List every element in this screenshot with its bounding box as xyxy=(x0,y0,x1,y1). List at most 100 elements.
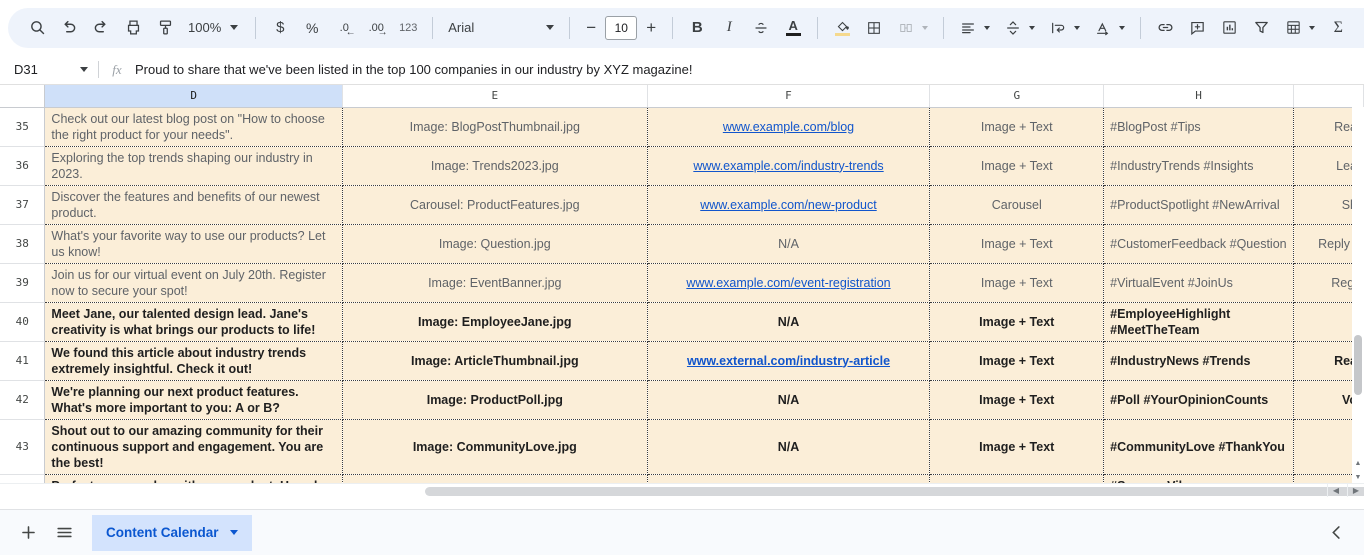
column-header-H[interactable]: H xyxy=(1104,85,1294,107)
column-header-D[interactable]: D xyxy=(45,85,343,107)
increase-font-size-button[interactable]: + xyxy=(639,15,663,41)
cell-F39[interactable]: www.example.com/event-registration xyxy=(647,263,930,302)
row-header[interactable]: 43 xyxy=(0,419,45,474)
cell-H41[interactable]: #IndustryNews #Trends xyxy=(1104,341,1294,380)
insert-comment-button[interactable] xyxy=(1182,13,1212,43)
row-header[interactable]: 41 xyxy=(0,341,45,380)
strikethrough-button[interactable] xyxy=(746,13,776,43)
scroll-up-button[interactable]: ▲ xyxy=(1352,457,1364,469)
cell-D39[interactable]: Join us for our virtual event on July 20… xyxy=(45,263,343,302)
cell-E39[interactable]: Image: EventBanner.jpg xyxy=(342,263,647,302)
add-sheet-button[interactable] xyxy=(10,515,46,551)
font-family-selector[interactable]: Arial xyxy=(442,14,560,42)
row-header[interactable]: 38 xyxy=(0,224,45,263)
merge-cells-button[interactable] xyxy=(891,13,934,43)
percent-format-button[interactable]: % xyxy=(297,13,327,43)
italic-button[interactable]: I xyxy=(714,13,744,43)
paint-format-icon[interactable] xyxy=(150,13,180,43)
cell-link[interactable]: www.example.com/event-registration xyxy=(686,276,890,290)
fill-color-button[interactable] xyxy=(827,13,857,43)
formula-input[interactable]: Proud to share that we've been listed in… xyxy=(135,62,1364,77)
filter-button[interactable] xyxy=(1246,13,1276,43)
cell-E38[interactable]: Image: Question.jpg xyxy=(342,224,647,263)
insert-chart-button[interactable] xyxy=(1214,13,1244,43)
cell-D37[interactable]: Discover the features and benefits of ou… xyxy=(45,185,343,224)
cell-F42[interactable]: N/A xyxy=(647,380,930,419)
cell-E40[interactable]: Image: EmployeeJane.jpg xyxy=(342,302,647,341)
cell-G39[interactable]: Image + Text xyxy=(930,263,1104,302)
cell-H36[interactable]: #IndustryTrends #Insights xyxy=(1104,146,1294,185)
search-icon[interactable] xyxy=(22,13,52,43)
decrease-decimal-button[interactable]: .0 ← xyxy=(329,13,359,43)
cell-D43[interactable]: Shout out to our amazing community for t… xyxy=(45,419,343,474)
cell-F36[interactable]: www.example.com/industry-trends xyxy=(647,146,930,185)
functions-button[interactable] xyxy=(1278,13,1321,43)
row-header[interactable]: 36 xyxy=(0,146,45,185)
increase-decimal-button[interactable]: .00 → xyxy=(361,13,391,43)
cell-H37[interactable]: #ProductSpotlight #NewArrival xyxy=(1104,185,1294,224)
scroll-left-button[interactable]: ◀ xyxy=(1327,484,1344,498)
cell-D38[interactable]: What's your favorite way to use our prod… xyxy=(45,224,343,263)
column-header-E[interactable]: E xyxy=(342,85,647,107)
bold-button[interactable]: B xyxy=(682,13,712,43)
cell-E35[interactable]: Image: BlogPostThumbnail.jpg xyxy=(342,107,647,146)
print-icon[interactable] xyxy=(118,13,148,43)
cell-G41[interactable]: Image + Text xyxy=(930,341,1104,380)
cell-H38[interactable]: #CustomerFeedback #Question xyxy=(1104,224,1294,263)
cell-E41[interactable]: Image: ArticleThumbnail.jpg xyxy=(342,341,647,380)
cell-H40[interactable]: #EmployeeHighlight #MeetTheTeam xyxy=(1104,302,1294,341)
column-header-F[interactable]: F xyxy=(647,85,930,107)
cell-G38[interactable]: Image + Text xyxy=(930,224,1104,263)
horizontal-align-button[interactable] xyxy=(953,13,996,43)
cell-link[interactable]: www.example.com/blog xyxy=(723,120,854,134)
cell-F38[interactable]: N/A xyxy=(647,224,930,263)
all-sheets-button[interactable] xyxy=(46,515,82,551)
cell-D35[interactable]: Check out our latest blog post on "How t… xyxy=(45,107,343,146)
row-header[interactable]: 39 xyxy=(0,263,45,302)
chevron-down-icon[interactable] xyxy=(230,530,238,535)
cell-E42[interactable]: Image: ProductPoll.jpg xyxy=(342,380,647,419)
cell-H43[interactable]: #CommunityLove #ThankYou xyxy=(1104,419,1294,474)
borders-button[interactable] xyxy=(859,13,889,43)
cell-link[interactable]: www.example.com/new-product xyxy=(700,198,876,212)
cell-E43[interactable]: Image: CommunityLove.jpg xyxy=(342,419,647,474)
horizontal-scroll-thumb[interactable] xyxy=(425,487,1364,496)
column-header-I[interactable] xyxy=(1294,85,1364,107)
vertical-align-button[interactable] xyxy=(998,13,1041,43)
decrease-font-size-button[interactable]: − xyxy=(579,15,603,41)
zoom-selector[interactable]: 100% xyxy=(182,14,246,42)
cell-D40[interactable]: Meet Jane, our talented design lead. Jan… xyxy=(45,302,343,341)
cell-H39[interactable]: #VirtualEvent #JoinUs xyxy=(1104,263,1294,302)
cell-D36[interactable]: Exploring the top trends shaping our ind… xyxy=(45,146,343,185)
font-size-input[interactable] xyxy=(605,16,637,40)
more-formats-button[interactable]: 123 xyxy=(393,13,423,43)
sheet-tab-content-calendar[interactable]: Content Calendar xyxy=(92,515,252,551)
row-header[interactable]: 37 xyxy=(0,185,45,224)
row-header[interactable]: 42 xyxy=(0,380,45,419)
cell-F43[interactable]: N/A xyxy=(647,419,930,474)
cell-link[interactable]: www.example.com/industry-trends xyxy=(693,159,883,173)
row-header[interactable]: 40 xyxy=(0,302,45,341)
cell-G36[interactable]: Image + Text xyxy=(930,146,1104,185)
cell-F35[interactable]: www.example.com/blog xyxy=(647,107,930,146)
horizontal-scrollbar[interactable]: ◀ ▶ xyxy=(0,483,1364,497)
cell-H35[interactable]: #BlogPost #Tips xyxy=(1104,107,1294,146)
font-size-stepper[interactable]: − + xyxy=(579,15,663,41)
cell-D41[interactable]: We found this article about industry tre… xyxy=(45,341,343,380)
redo-icon[interactable] xyxy=(86,13,116,43)
horizontal-scroll-track[interactable] xyxy=(45,484,1324,498)
scroll-down-button[interactable]: ▼ xyxy=(1352,471,1364,483)
vertical-scrollbar[interactable]: ▲ ▼ xyxy=(1352,107,1364,483)
sum-button[interactable]: Σ xyxy=(1323,13,1353,43)
vertical-scroll-thumb[interactable] xyxy=(1354,335,1362,395)
cell-F37[interactable]: www.example.com/new-product xyxy=(647,185,930,224)
side-panel-toggle[interactable] xyxy=(1318,515,1354,551)
text-wrap-button[interactable] xyxy=(1043,13,1086,43)
cell-H42[interactable]: #Poll #YourOpinionCounts xyxy=(1104,380,1294,419)
cell-G42[interactable]: Image + Text xyxy=(930,380,1104,419)
insert-link-button[interactable] xyxy=(1150,13,1180,43)
cell-F41[interactable]: www.external.com/industry-article xyxy=(647,341,930,380)
cell-link[interactable]: www.external.com/industry-article xyxy=(687,354,890,368)
scroll-right-button[interactable]: ▶ xyxy=(1347,484,1364,498)
currency-format-button[interactable]: $ xyxy=(265,13,295,43)
